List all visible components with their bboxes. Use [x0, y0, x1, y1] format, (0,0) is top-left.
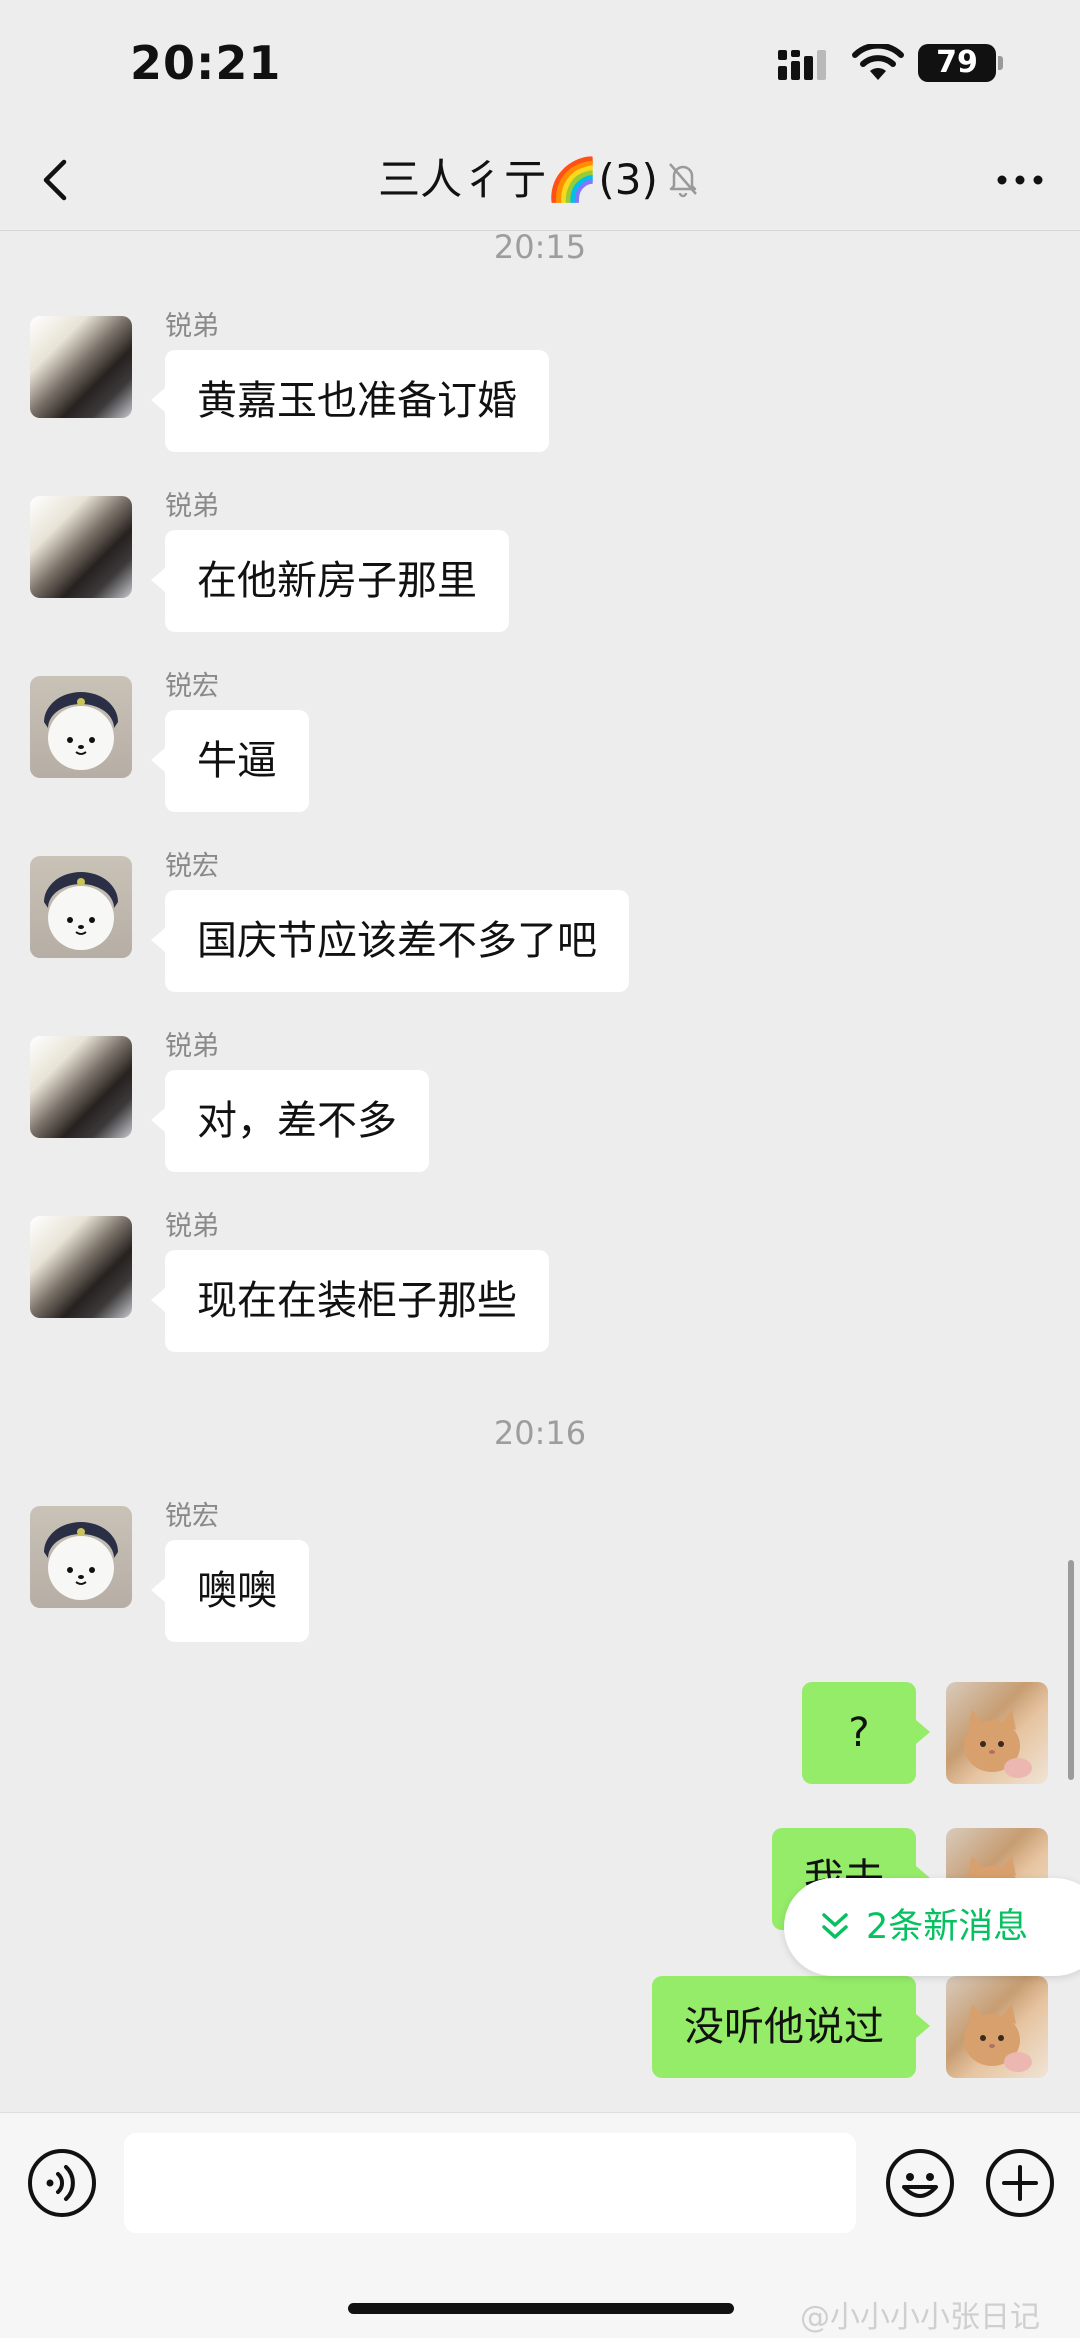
wifi-icon	[852, 44, 904, 80]
message-bubble-outgoing[interactable]: ?	[802, 1682, 930, 1784]
sender-name: 锐宏	[165, 1501, 219, 1532]
emoji-icon[interactable]	[884, 2147, 956, 2219]
avatar[interactable]	[30, 316, 132, 418]
timestamp: 20:15	[493, 228, 587, 266]
double-chevron-down-icon	[822, 1913, 848, 1939]
sender-name: 锐宏	[165, 671, 219, 702]
message-bubble[interactable]: 噢噢	[151, 1540, 309, 1642]
bear-icon	[44, 872, 118, 950]
sender-name: 锐弟	[165, 311, 219, 342]
status-bar: 20:21 79	[0, 0, 1080, 130]
plus-icon[interactable]	[984, 2147, 1056, 2219]
more-dots-icon[interactable]	[990, 150, 1050, 210]
cat-icon	[964, 2004, 1032, 2072]
status-time: 20:21	[130, 36, 282, 90]
new-messages-label: 2条新消息	[866, 1907, 1029, 1947]
bell-off-icon	[664, 158, 702, 208]
avatar[interactable]	[30, 676, 132, 778]
avatar[interactable]	[30, 1216, 132, 1318]
chat-title-row[interactable]: 三人彳亍🌈(3)	[0, 146, 1080, 208]
sender-name: 锐弟	[165, 491, 219, 522]
message-bubble[interactable]: 牛逼	[151, 710, 309, 812]
new-messages-button[interactable]: 2条新消息	[784, 1878, 1080, 1976]
home-indicator[interactable]	[348, 2303, 734, 2314]
watermark: @小小小小张日记	[800, 2300, 1040, 2335]
voice-icon[interactable]	[26, 2147, 98, 2219]
battery-tip	[998, 56, 1003, 70]
sender-name: 锐弟	[165, 1211, 219, 1242]
message-bubble-outgoing[interactable]: 没听他说过	[652, 1976, 930, 2078]
avatar-self[interactable]	[946, 1976, 1048, 2078]
bear-icon	[44, 1522, 118, 1600]
avatar-self[interactable]	[946, 1682, 1048, 1784]
timestamp: 20:16	[493, 1414, 587, 1452]
cellular-signal-icon	[778, 50, 826, 80]
bear-icon	[44, 692, 118, 770]
chat-header: 三人彳亍🌈(3)	[0, 130, 1080, 231]
chat-title: 三人彳亍🌈(3)	[378, 155, 658, 204]
avatar[interactable]	[30, 856, 132, 958]
avatar[interactable]	[30, 496, 132, 598]
message-bubble[interactable]: 对，差不多	[151, 1070, 429, 1172]
message-bubble[interactable]: 黄嘉玉也准备订婚	[151, 350, 549, 452]
cat-icon	[964, 1710, 1032, 1778]
battery-level: 79	[918, 44, 996, 82]
scrollbar[interactable]	[1068, 1560, 1074, 1780]
avatar[interactable]	[30, 1506, 132, 1608]
message-bubble[interactable]: 现在在装柜子那些	[151, 1250, 549, 1352]
message-bubble[interactable]: 在他新房子那里	[151, 530, 509, 632]
sender-name: 锐宏	[165, 851, 219, 882]
message-input[interactable]	[124, 2133, 856, 2233]
message-bubble[interactable]: 国庆节应该差不多了吧	[151, 890, 629, 992]
avatar[interactable]	[30, 1036, 132, 1138]
sender-name: 锐弟	[165, 1031, 219, 1062]
